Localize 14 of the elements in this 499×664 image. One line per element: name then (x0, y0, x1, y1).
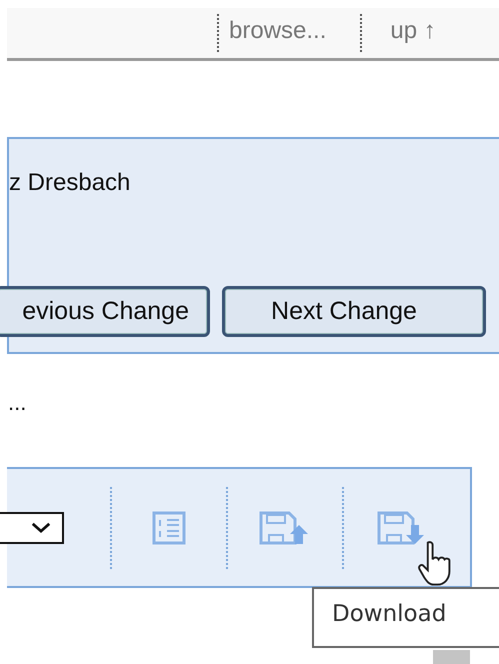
tooltip: Download (312, 587, 499, 648)
scrollbar-thumb[interactable] (433, 650, 470, 664)
previous-change-button[interactable]: evious Change (0, 286, 210, 337)
numbered-list-icon (152, 510, 186, 544)
floppy-upload-icon (259, 510, 311, 544)
chevron-down-icon (30, 521, 52, 534)
hand-cursor-icon (417, 539, 453, 587)
ellipsis-text: ... (8, 390, 28, 417)
dropdown-select[interactable] (0, 512, 64, 544)
floppy-download-icon (377, 510, 425, 544)
toolbar-link[interactable]: browse... (219, 17, 360, 49)
toolbar-link[interactable]: up ↑ (362, 17, 446, 49)
next-change-button[interactable]: Next Change (222, 286, 486, 337)
author-name: z Dresbach (9, 169, 132, 198)
